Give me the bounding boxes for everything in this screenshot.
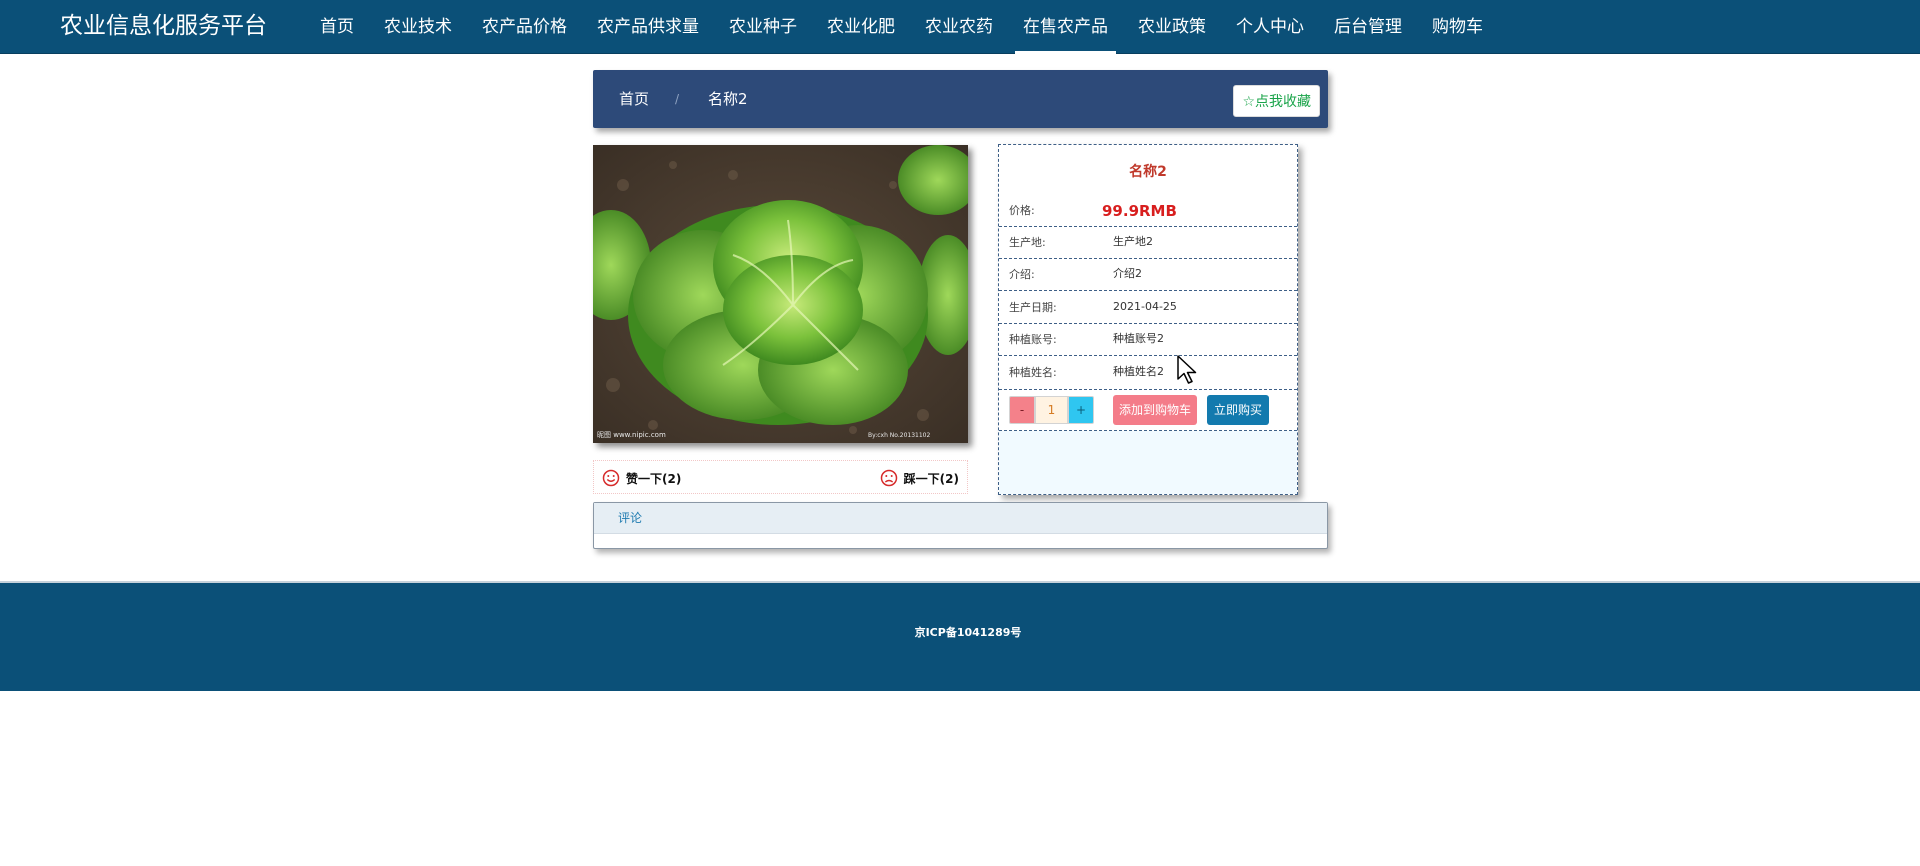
dislike-label: 踩一下(2) [903,471,959,486]
panel-empty-area [999,431,1297,494]
intro-label: 介绍: [1009,268,1035,281]
mouse-cursor-icon [1177,355,1197,384]
nav-item-product-price[interactable]: 农产品价格 [474,0,575,54]
vote-row: 赞一下(2) 踩一下(2) [593,460,968,494]
nav-item-cart[interactable]: 购物车 [1424,0,1491,54]
comment-section: 评论 [593,502,1328,549]
site-brand[interactable]: 农业信息化服务平台 [60,11,267,41]
breadcrumb-separator: / [675,92,680,106]
dislike-button[interactable]: 踩一下(2) [880,461,959,495]
purchase-actions: - 1 + 添加到购物车 立即购买 [999,390,1297,431]
origin-label: 生产地: [1009,236,1046,249]
nav-item-admin[interactable]: 后台管理 [1326,0,1410,54]
grower-name-value: 种植姓名2 [1113,365,1164,378]
grower-account-label: 种植账号: [1009,333,1057,346]
nav-item-policy[interactable]: 农业政策 [1130,0,1214,54]
intro-value: 介绍2 [1113,267,1142,280]
origin-row: 生产地: 生产地2 [999,227,1297,259]
comment-header: 评论 [594,503,1327,534]
like-button[interactable]: 赞一下(2) [602,461,681,495]
nav-item-personal-center[interactable]: 个人中心 [1228,0,1312,54]
origin-value: 生产地2 [1113,235,1153,248]
frown-icon [880,469,897,487]
tab-comments[interactable]: 评论 [618,503,642,534]
grower-account-value: 种植账号2 [1113,332,1164,345]
favorite-button[interactable]: ☆点我收藏 [1233,85,1320,117]
icp-record: 京ICP备1041289号 [914,626,1022,639]
intro-row: 介绍: 介绍2 [999,259,1297,291]
quantity-stepper: - 1 + [1009,396,1094,424]
top-navbar: 农业信息化服务平台 首页 农业技术 农产品价格 农产品供求量 农业种子 农业化肥… [0,0,1920,54]
grower-name-row: 种植姓名: 种植姓名2 [999,357,1297,390]
nav-item-seeds[interactable]: 农业种子 [721,0,805,54]
price-value: 99.9RMB [1102,202,1177,220]
product-info-panel: 名称2 价格: 99.9RMB 生产地: 生产地2 介绍: 介绍2 生产日期: … [998,144,1298,495]
nav-item-supply-demand[interactable]: 农产品供求量 [589,0,707,54]
footer: 京ICP备1041289号 [0,581,1920,691]
product-name: 名称2 [1129,164,1167,180]
breadcrumb-current: 名称2 [708,90,748,108]
price-row: 价格: 99.9RMB [999,195,1297,227]
add-to-cart-button[interactable]: 添加到购物车 [1113,395,1198,425]
lettuce-photo-icon: 昵图 www.nipic.com By:cxh No.20131102 [593,145,968,443]
grower-account-row: 种植账号: 种植账号2 [999,324,1297,356]
production-date-row: 生产日期: 2021-04-25 [999,292,1297,324]
like-label: 赞一下(2) [626,471,682,486]
product-image: 昵图 www.nipic.com By:cxh No.20131102 [593,145,968,443]
production-date-value: 2021-04-25 [1113,300,1177,313]
grower-name-label: 种植姓名: [1009,366,1057,379]
price-label: 价格: [1009,204,1035,217]
main-menu: 首页 农业技术 农产品价格 农产品供求量 农业种子 农业化肥 农业农药 在售农产… [312,0,1505,54]
quantity-decrease-button[interactable]: - [1009,396,1035,424]
svg-text:By:cxh No.20131102: By:cxh No.20131102 [868,432,930,439]
nav-item-products-on-sale[interactable]: 在售农产品 [1015,0,1116,54]
production-date-label: 生产日期: [1009,301,1057,314]
nav-item-home[interactable]: 首页 [312,0,362,54]
breadcrumb-home-link[interactable]: 首页 [619,70,649,128]
svg-text:昵图 www.nipic.com: 昵图 www.nipic.com [597,431,666,439]
smile-icon [602,469,620,487]
quantity-input[interactable]: 1 [1035,396,1068,424]
nav-item-fertilizer[interactable]: 农业化肥 [819,0,903,54]
breadcrumb: 首页 / 名称2 ☆点我收藏 [593,70,1328,128]
quantity-increase-button[interactable]: + [1068,396,1094,424]
nav-item-agri-tech[interactable]: 农业技术 [376,0,460,54]
nav-item-pesticide[interactable]: 农业农药 [917,0,1001,54]
buy-now-button[interactable]: 立即购买 [1207,395,1270,425]
